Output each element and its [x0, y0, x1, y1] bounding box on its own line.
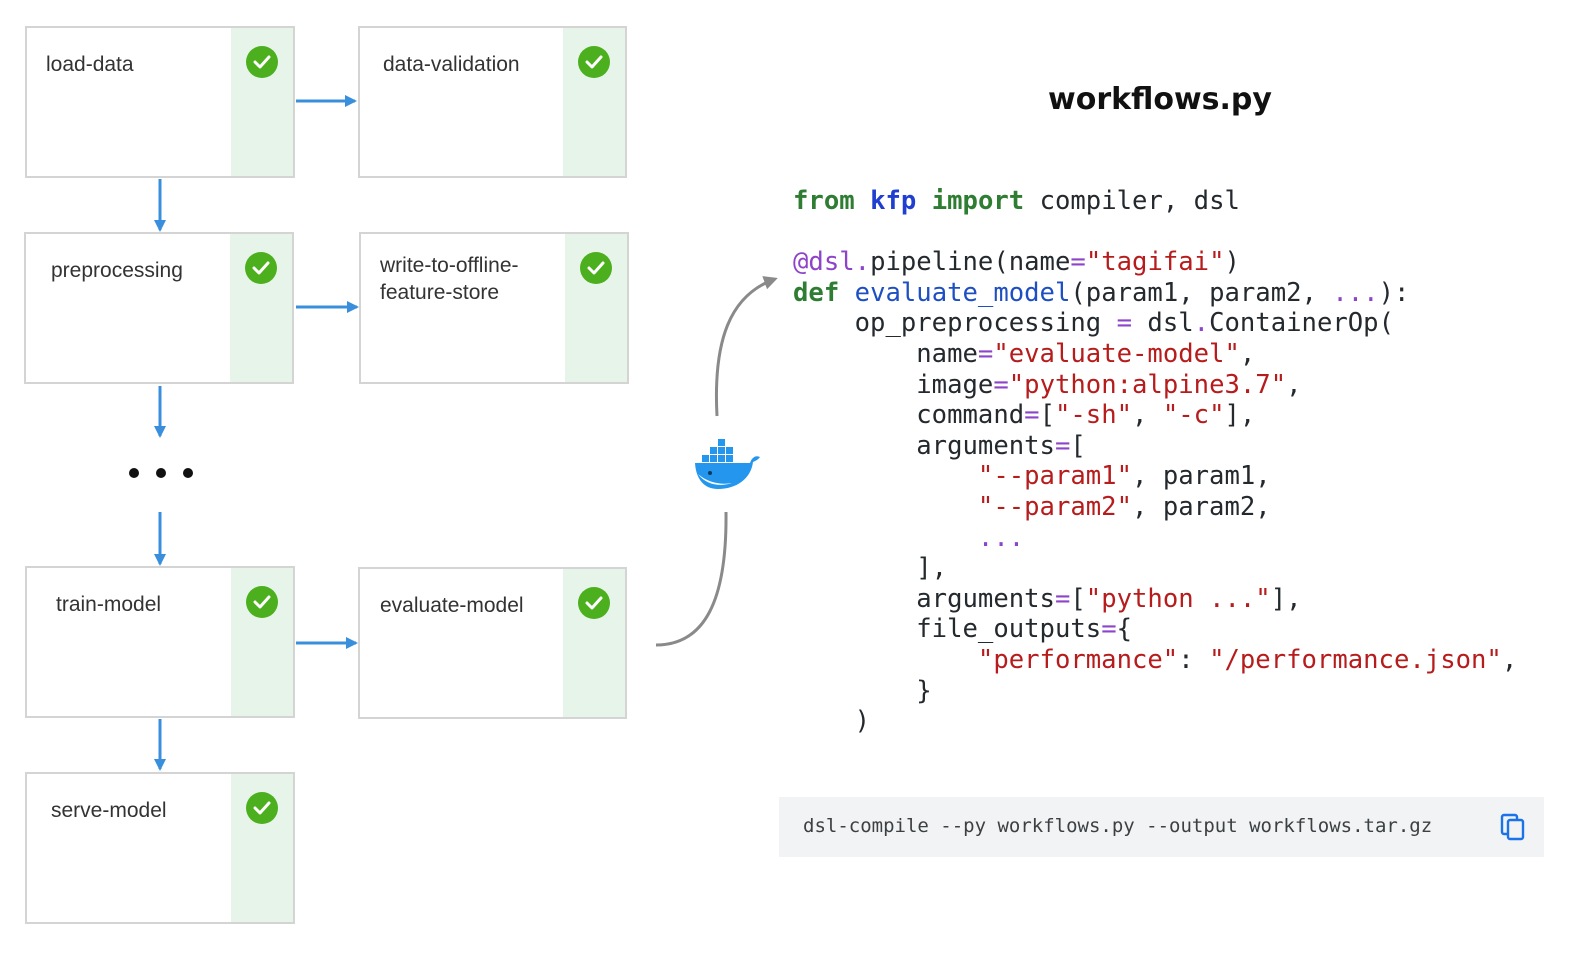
node-label: train-model — [56, 593, 162, 616]
node-label: serve-model — [51, 799, 167, 822]
check-circle-icon — [246, 792, 278, 824]
node-evaluate-model[interactable]: evaluate-model — [358, 567, 627, 719]
more-steps-ellipsis — [129, 468, 193, 478]
code-line: "--param1", param1, — [977, 461, 1271, 492]
code-filename: workflows.py — [1048, 82, 1272, 117]
check-circle-icon — [245, 252, 277, 284]
check-circle-icon — [246, 46, 278, 78]
node-label: load-data — [46, 53, 134, 76]
check-circle-icon — [578, 46, 610, 78]
check-circle-icon — [580, 252, 612, 284]
code-line: name="evaluate-model", — [793, 338, 1256, 369]
code-line: file_outputs={ — [793, 614, 1133, 645]
code-line: def evaluate_model(param1, param2, ...): — [793, 277, 1410, 308]
node-data-validation[interactable]: data-validation — [358, 26, 627, 178]
docker-whale-icon — [695, 439, 760, 489]
code-line: arguments=["python ..."], — [793, 583, 1302, 614]
code-block: from kfp import compiler, dsl @dsl.pipel… — [793, 186, 1517, 737]
code-line: @dsl.pipeline(name="tagifai") — [793, 247, 1240, 278]
copy-icon[interactable] — [1500, 813, 1526, 841]
connector-curve-upper — [714, 276, 778, 417]
code-line: } — [793, 675, 932, 706]
node-serve-model[interactable]: serve-model — [25, 772, 295, 924]
node-train-model[interactable]: train-model — [25, 566, 295, 718]
code-line: ) — [793, 706, 871, 737]
code-line: op_preprocessing = dsl.ContainerOp( — [793, 308, 1394, 339]
node-label: data-validation — [383, 53, 520, 76]
node-label: preprocessing — [51, 259, 183, 282]
node-write-to-offline-feature-store[interactable]: write-to-offline- feature-store — [359, 232, 629, 384]
node-preprocessing[interactable]: preprocessing — [24, 232, 294, 384]
code-line: arguments=[ — [793, 430, 1086, 461]
code-line: "--param2", param2, — [977, 491, 1271, 522]
node-label: evaluate-model — [380, 594, 524, 617]
code-line: from kfp import compiler, dsl — [793, 186, 1240, 216]
check-circle-icon — [246, 586, 278, 618]
node-label: write-to-offline- feature-store — [380, 254, 519, 304]
compile-command: dsl-compile --py workflows.py --output w… — [803, 815, 1433, 837]
command-bar: dsl-compile --py workflows.py --output w… — [779, 797, 1544, 857]
node-load-data[interactable]: load-data — [25, 26, 295, 178]
code-line: command=["-sh", "-c"], — [793, 400, 1256, 431]
code-line: ... — [977, 522, 1025, 553]
connector-curve-lower — [655, 511, 728, 647]
check-circle-icon — [578, 587, 610, 619]
code-line: image="python:alpine3.7", — [793, 369, 1302, 400]
code-line: "performance": "/performance.json", — [977, 644, 1518, 675]
code-line: ], — [793, 553, 948, 584]
